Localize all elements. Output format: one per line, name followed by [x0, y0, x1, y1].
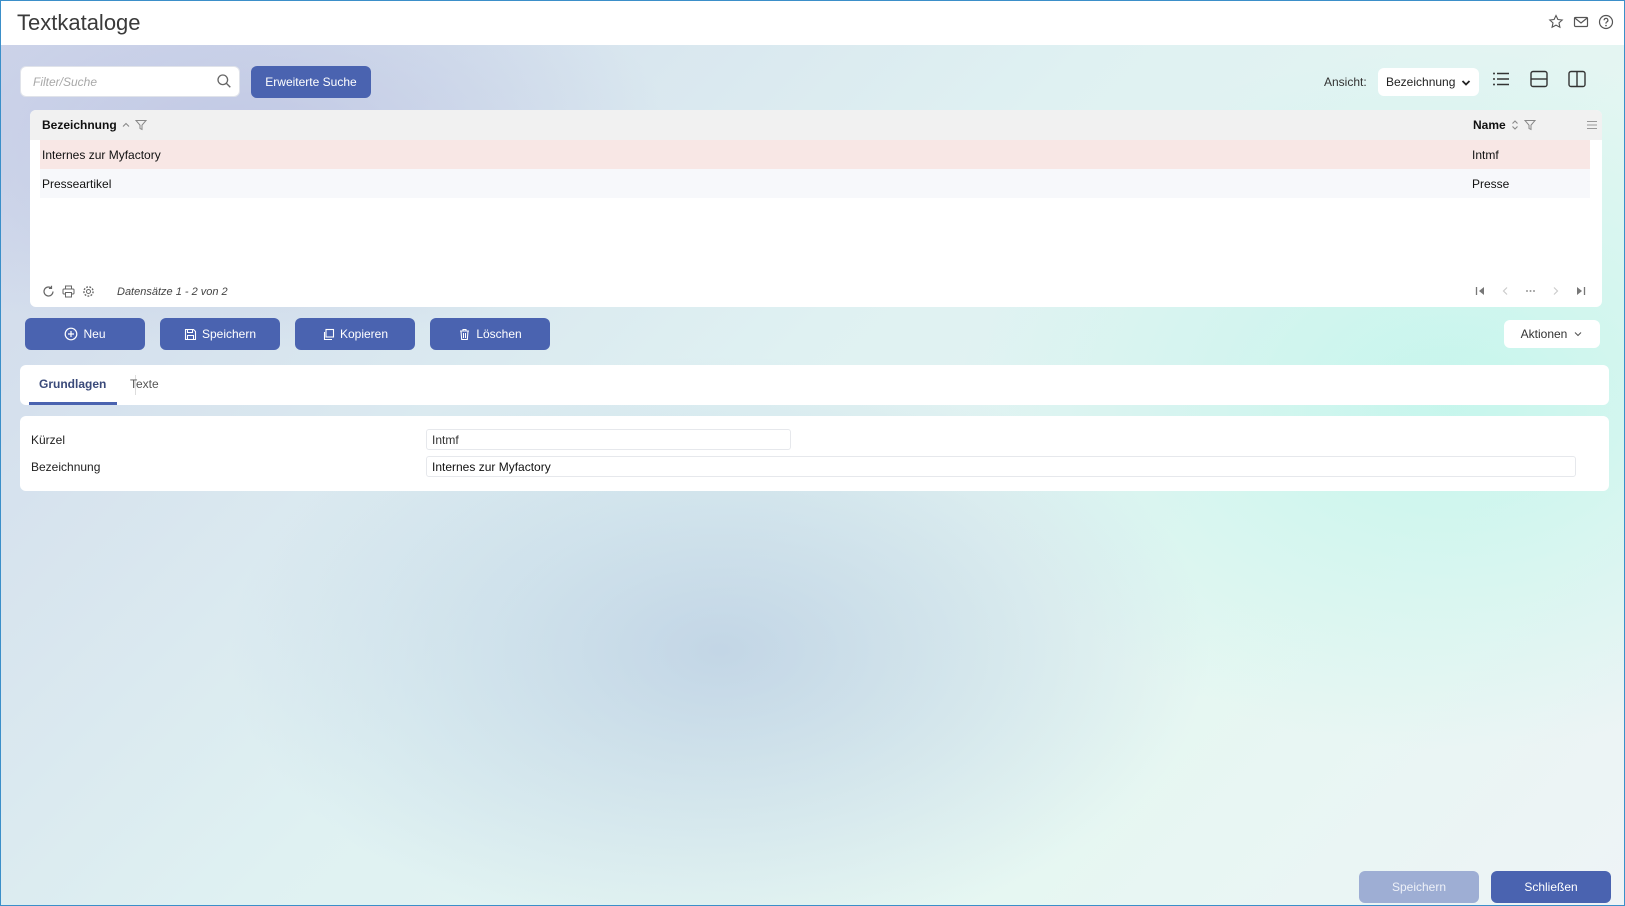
grid-footer: Datensätze 1 - 2 von 2: [30, 282, 1602, 304]
plus-circle-icon: [65, 327, 78, 341]
cell-bezeichnung: Internes zur Myfactory: [42, 148, 161, 162]
cell-name: Intmf: [1472, 148, 1499, 162]
record-count: Datensätze 1 - 2 von 2: [117, 286, 228, 298]
previous-page-icon[interactable]: [1500, 285, 1511, 297]
detail-form: Kürzel Bezeichnung: [20, 416, 1609, 491]
new-button[interactable]: Neu: [25, 318, 145, 350]
column-header-bezeichnung[interactable]: Bezeichnung: [42, 118, 147, 132]
cell-name: Presse: [1472, 177, 1510, 191]
settings-gear-icon[interactable]: [82, 285, 95, 298]
bezeichnung-field[interactable]: [426, 456, 1576, 477]
grid-footer-icons: [42, 285, 95, 298]
pager: [1475, 285, 1586, 297]
tab-grundlagen[interactable]: Grundlagen: [39, 377, 106, 391]
view-select[interactable]: Bezeichnung: [1378, 68, 1479, 96]
chevron-down-icon: [1461, 77, 1471, 87]
table-row[interactable]: Internes zur Myfactory Intmf: [40, 140, 1590, 169]
split-vertical-icon[interactable]: [1567, 69, 1587, 89]
title-bar-icons: [1548, 14, 1614, 30]
kuerzel-field[interactable]: [426, 429, 791, 450]
actions-menu-button[interactable]: Aktionen: [1504, 320, 1600, 348]
mail-icon[interactable]: [1573, 14, 1589, 30]
split-horizontal-icon[interactable]: [1529, 69, 1549, 89]
footer-save-button[interactable]: Speichern: [1359, 871, 1479, 903]
cell-bezeichnung: Presseartikel: [42, 177, 112, 191]
more-pages-icon[interactable]: [1525, 285, 1536, 297]
filter-icon[interactable]: [134, 119, 147, 131]
column-header-name[interactable]: Name: [1473, 118, 1536, 132]
filter-icon[interactable]: [1523, 119, 1536, 131]
page-title: Textkataloge: [17, 10, 141, 35]
list-view-icon[interactable]: [1491, 69, 1511, 89]
star-icon[interactable]: [1548, 14, 1564, 30]
grid-header: Bezeichnung Name: [30, 110, 1602, 140]
title-bar: Textkataloge: [1, 1, 1624, 45]
first-page-icon[interactable]: [1475, 285, 1486, 297]
view-select-value: Bezeichnung: [1386, 75, 1456, 89]
kuerzel-label: Kürzel: [31, 433, 66, 447]
tab-texte[interactable]: Texte: [130, 377, 159, 391]
search-icon[interactable]: [216, 73, 232, 89]
advanced-search-button[interactable]: Erweiterte Suche: [251, 66, 371, 98]
chevron-down-icon: [1574, 332, 1582, 337]
search-input[interactable]: [21, 67, 206, 96]
tab-bar: Grundlagen Texte: [20, 365, 1609, 405]
view-mode-icons: [1491, 69, 1587, 89]
floppy-disk-icon: [184, 328, 197, 340]
search-box: [20, 66, 240, 97]
view-label: Ansicht:: [1324, 75, 1367, 89]
save-button[interactable]: Speichern: [160, 318, 280, 350]
sort-ascending-icon[interactable]: [121, 120, 131, 130]
table-row[interactable]: Presseartikel Presse: [40, 169, 1590, 198]
copy-button[interactable]: Kopieren: [295, 318, 415, 350]
trash-icon: [460, 328, 470, 340]
help-icon[interactable]: [1598, 14, 1614, 30]
delete-button[interactable]: Löschen: [430, 318, 550, 350]
next-page-icon[interactable]: [1550, 285, 1561, 297]
active-tab-indicator: [29, 402, 117, 405]
print-icon[interactable]: [62, 285, 75, 298]
bezeichnung-label: Bezeichnung: [31, 460, 101, 474]
data-grid: Bezeichnung Name Internes zur Myfactory …: [30, 110, 1602, 307]
refresh-icon[interactable]: [42, 285, 55, 298]
column-menu-icon[interactable]: [1586, 119, 1598, 131]
last-page-icon[interactable]: [1575, 285, 1586, 297]
close-button[interactable]: Schließen: [1491, 871, 1611, 903]
copy-icon: [323, 328, 335, 340]
sort-icon[interactable]: [1510, 119, 1520, 131]
